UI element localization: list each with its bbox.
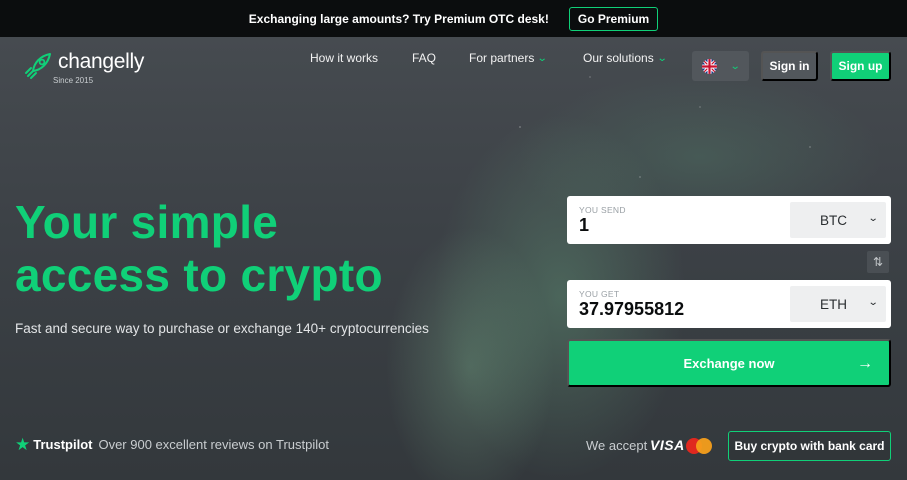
nav-how-it-works[interactable]: How it works <box>310 51 378 65</box>
get-amount-input[interactable]: 37.97955812 <box>579 299 684 320</box>
we-accept-label: We accept <box>586 438 648 453</box>
chevron-down-icon: ⌄ <box>537 52 549 64</box>
trustpilot-badge[interactable]: ★ Trustpilot Over 900 excellent reviews … <box>15 436 329 453</box>
trustpilot-reviews: Over 900 excellent reviews on Trustpilot <box>98 437 329 452</box>
go-premium-button[interactable]: Go Premium <box>568 6 659 31</box>
arrow-right-icon: → <box>857 355 873 372</box>
nav-label: For partners <box>469 51 535 65</box>
headline-line-1: Your simple <box>15 196 279 248</box>
exchange-now-button[interactable]: Exchange now → <box>567 339 891 387</box>
logo-since: Since 2015 <box>53 76 94 85</box>
nav-our-solutions[interactable]: Our solutions ⌄ <box>583 51 668 65</box>
nav-faq[interactable]: FAQ <box>412 51 436 65</box>
hero-headline: Your simple access to crypto <box>15 196 515 302</box>
send-amount-input[interactable]: 1 <box>579 215 589 236</box>
star-icon: ★ <box>15 435 31 454</box>
chevron-down-icon: ⌄ <box>867 213 879 224</box>
nav-label: How it works <box>310 51 379 65</box>
send-field[interactable]: YOU SEND 1 BTC ⌄ <box>567 196 891 244</box>
get-label: YOU GET <box>579 289 620 299</box>
nav-label: Our solutions <box>583 51 654 65</box>
nav-for-partners[interactable]: For partners ⌄ <box>469 51 549 65</box>
language-selector[interactable]: ⌄ <box>692 51 749 81</box>
exchange-label: Exchange now <box>683 355 775 371</box>
get-currency-select[interactable]: ETH ⌄ <box>790 286 886 322</box>
rocket-icon <box>25 53 51 79</box>
promo-text: Exchanging large amounts? Try Premium OT… <box>248 11 549 26</box>
buy-with-bank-card-button[interactable]: Buy crypto with bank card <box>728 431 891 461</box>
uk-flag-icon <box>701 58 717 74</box>
get-currency: ETH <box>820 296 847 312</box>
sign-in-button[interactable]: Sign in <box>761 51 818 81</box>
sign-up-button[interactable]: Sign up <box>830 51 891 81</box>
changelly-logo[interactable]: changelly Since 2015 <box>22 50 145 85</box>
logo-text: changelly <box>58 50 145 73</box>
swap-arrows-icon[interactable]: ⇅ <box>867 251 889 273</box>
headline-line-2: access to crypto <box>15 249 383 301</box>
get-field[interactable]: YOU GET 37.97955812 ETH ⌄ <box>567 280 891 328</box>
chevron-down-icon: ⌄ <box>656 52 668 64</box>
trustpilot-name: Trustpilot <box>33 437 93 452</box>
chevron-down-icon: ⌄ <box>867 297 879 308</box>
promo-banner: Exchanging large amounts? Try Premium OT… <box>0 0 907 37</box>
chevron-down-icon: ⌄ <box>729 60 741 72</box>
nav-label: FAQ <box>412 51 437 65</box>
visa-logo: VISA <box>650 437 685 453</box>
send-currency-select[interactable]: BTC ⌄ <box>790 202 886 238</box>
send-label: YOU SEND <box>579 205 626 215</box>
mastercard-icon <box>686 438 712 454</box>
hero-subline: Fast and secure way to purchase or excha… <box>15 321 429 336</box>
send-currency: BTC <box>820 212 847 228</box>
